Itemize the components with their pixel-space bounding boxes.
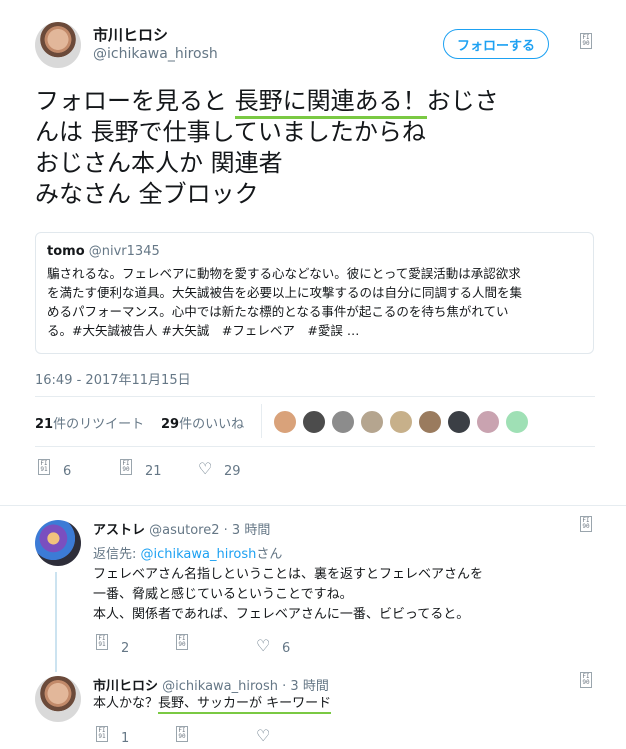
- avatar[interactable]: [360, 410, 384, 434]
- reply-author[interactable]: アストレ @asutore2 · 3 時間: [93, 519, 270, 538]
- reply-text: フェレベアさん名指しということは、裏を返すとフェレベアさんを 一番、脅威と感じて…: [93, 567, 484, 622]
- avatar[interactable]: [331, 410, 355, 434]
- avatar[interactable]: [273, 410, 297, 434]
- retweet-icon[interactable]: FI 90: [176, 726, 188, 742]
- heart-icon[interactable]: ♡: [256, 638, 270, 654]
- avatar[interactable]: [302, 410, 326, 434]
- reply-time: · 3 時間: [282, 679, 329, 694]
- heart-icon[interactable]: ♡: [256, 728, 270, 744]
- quoted-author-handle: @nivr1345: [88, 244, 160, 259]
- avatar[interactable]: [476, 410, 500, 434]
- divider: [35, 446, 595, 447]
- tweet-line-3: おじさん本人か 関連者: [35, 149, 283, 177]
- retweet-count: 21: [145, 464, 162, 479]
- quoted-author[interactable]: tomo @nivr1345: [47, 244, 160, 259]
- more-icon[interactable]: FI 90: [580, 33, 592, 49]
- highlighted-phrase: 長野に関連ある！: [234, 87, 427, 119]
- avatar[interactable]: [447, 410, 471, 434]
- reply-icon[interactable]: FI 91: [96, 634, 108, 650]
- tweet-text: フォローを見ると 長野に関連ある！おじさ んは 長野で仕事していましたからね お…: [35, 86, 595, 210]
- author-name[interactable]: 市川ヒロシ: [93, 24, 168, 45]
- avatar[interactable]: [35, 22, 81, 68]
- tweet-line-4: みなさん 全ブロック: [35, 180, 259, 208]
- like-stats[interactable]: 29件のいいね: [161, 413, 244, 432]
- quoted-tweet-text: 騙されるな。フェレベアに動物を愛する心などない。彼にとって愛誤活動は承認欲求 を…: [47, 266, 523, 338]
- author-handle[interactable]: @ichikawa_hirosh: [93, 46, 218, 62]
- reply-author-name: アストレ: [93, 523, 146, 538]
- reply-author-name: 市川ヒロシ: [93, 679, 159, 694]
- retweet-icon[interactable]: FI 90: [176, 634, 188, 650]
- retweet-icon[interactable]: FI 90: [120, 459, 132, 475]
- heart-icon[interactable]: ♡: [198, 461, 212, 477]
- tweet-timestamp[interactable]: 16:49 - 2017年11月15日: [35, 369, 191, 388]
- reply-time: · 3 時間: [223, 523, 271, 538]
- retweet-stats[interactable]: 21件のリツイート: [35, 413, 144, 432]
- avatar[interactable]: [505, 410, 529, 434]
- reply-text: 本人かな？長野、サッカーが キーワード: [93, 694, 332, 714]
- tweet-line-1: フォローを見ると 長野に関連ある！おじさ: [35, 86, 595, 119]
- like-count: 6: [282, 641, 291, 656]
- more-icon[interactable]: FI 90: [580, 672, 592, 688]
- reply-to: 返信先: @ichikawa_hiroshさん: [93, 547, 283, 562]
- tweet-line-2: んは 長野で仕事していましたからね: [35, 118, 426, 146]
- more-icon[interactable]: FI 90: [580, 516, 592, 532]
- avatar[interactable]: [389, 410, 413, 434]
- reply-icon[interactable]: FI 91: [38, 459, 50, 475]
- like-count: 29: [224, 464, 241, 479]
- avatar[interactable]: [35, 520, 81, 566]
- divider: [35, 396, 595, 397]
- reply-icon[interactable]: FI 91: [96, 726, 108, 742]
- reply-author-handle: @ichikawa_hirosh: [162, 679, 279, 694]
- section-divider: [0, 505, 626, 506]
- quoted-author-name: tomo: [47, 244, 85, 259]
- stats-divider: [261, 404, 262, 438]
- thread-line: [55, 572, 57, 672]
- reply-count: 1: [121, 731, 130, 746]
- reply-count: 2: [121, 641, 130, 656]
- reply-to-link[interactable]: @ichikawa_hirosh: [141, 547, 257, 562]
- highlighted-phrase: 長野、サッカーが キーワード: [158, 696, 332, 714]
- follow-button[interactable]: フォローする: [443, 29, 549, 59]
- avatar[interactable]: [35, 676, 81, 722]
- reply-author-handle: @asutore2: [149, 523, 220, 538]
- liker-avatars[interactable]: [273, 410, 533, 434]
- avatar[interactable]: [418, 410, 442, 434]
- reply-author[interactable]: 市川ヒロシ @ichikawa_hirosh · 3 時間: [93, 675, 329, 694]
- reply-count: 6: [63, 464, 72, 479]
